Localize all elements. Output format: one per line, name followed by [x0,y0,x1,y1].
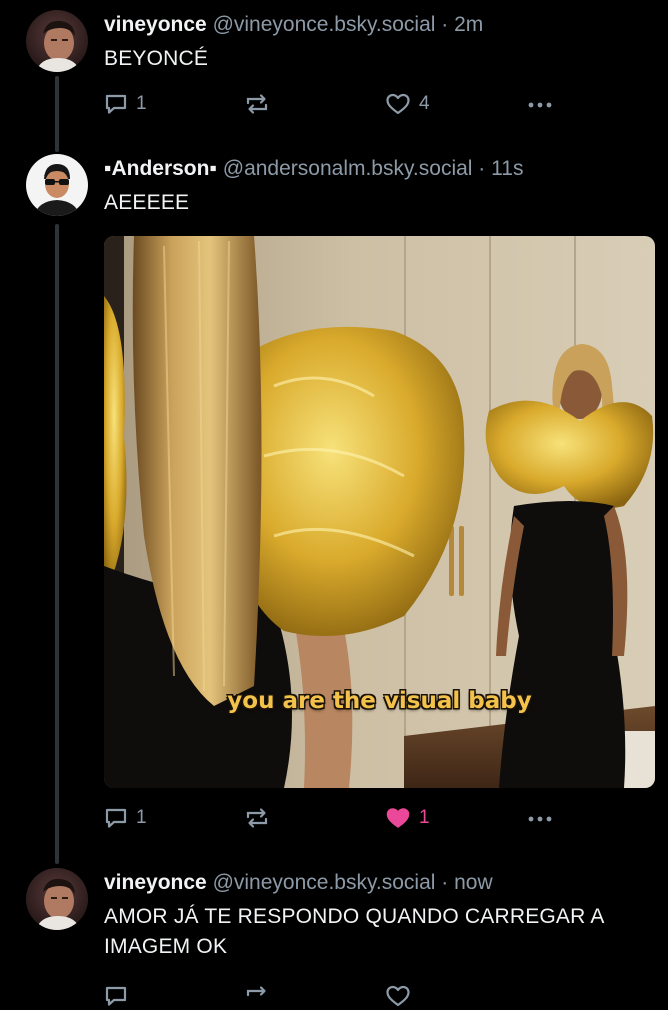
timestamp[interactable]: 11s [491,157,523,180]
post-image[interactable]: you are the visual baby [104,236,655,788]
heart-icon [386,985,410,1007]
like-button[interactable] [385,982,411,1010]
separator-dot: · [441,871,449,894]
like-button[interactable]: 4 [385,90,430,118]
avatar-photo-icon [26,868,88,930]
repost-arrows-icon [246,808,268,828]
reply-bubble-icon [105,986,127,1006]
post-text: AMOR JÁ TE RESPONDO QUANDO CARREGAR A IM… [104,905,604,958]
avatar[interactable] [26,868,88,930]
reply-count: 1 [136,807,147,828]
post-actions: 1 1 [104,804,574,832]
display-name[interactable]: vineyonce [104,871,207,894]
heart-filled-icon [386,808,410,828]
post-actions [104,982,574,1010]
avatar[interactable] [26,154,88,216]
handle[interactable]: @andersonalm.bsky.social [223,157,473,180]
like-count: 4 [419,93,430,114]
like-count: 1 [419,807,430,828]
reply-button[interactable]: 1 [104,804,147,832]
timestamp[interactable]: 2m [454,13,483,36]
more-dots-icon [528,816,552,822]
reply-bubble-icon [105,808,127,828]
repost-button[interactable] [244,982,270,1010]
timestamp[interactable]: now [454,871,493,894]
post-header: vineyonce @vineyonce.bsky.social · 2m [104,12,648,38]
avatar-photo-icon [26,10,88,72]
reply-button[interactable] [104,982,128,1010]
post-text: BEYONCÉ [104,47,209,70]
more-dots-icon [528,102,552,108]
post-actions: 1 4 [104,90,574,118]
handle[interactable]: @vineyonce.bsky.social [213,871,436,894]
repost-arrows-icon [246,94,268,114]
display-name[interactable]: vineyonce [104,13,207,36]
reply-button[interactable]: 1 [104,90,147,118]
like-button[interactable]: 1 [385,804,430,832]
display-name[interactable]: ▪Anderson▪ [104,157,217,180]
avatar[interactable] [26,10,88,72]
reply-count: 1 [136,93,147,114]
handle[interactable]: @vineyonce.bsky.social [213,13,436,36]
post-header: ▪Anderson▪ @andersonalm.bsky.social · 11… [104,156,648,182]
post-header: vineyonce @vineyonce.bsky.social · now [104,870,648,896]
separator-dot: · [441,13,449,36]
separator-dot: · [478,157,486,180]
image-caption: you are the visual baby [227,688,532,714]
post-text: AEEEEE [104,191,190,214]
heart-icon [386,93,410,115]
avatar-photo-icon [26,154,88,216]
repost-button[interactable] [244,90,278,118]
more-button[interactable] [526,90,554,118]
more-button[interactable] [526,804,554,832]
post[interactable]: vineyonce @vineyonce.bsky.social · 2m BE… [0,0,668,140]
repost-arrows-icon [246,986,266,997]
reply-bubble-icon [105,94,127,114]
repost-button[interactable] [244,804,278,832]
